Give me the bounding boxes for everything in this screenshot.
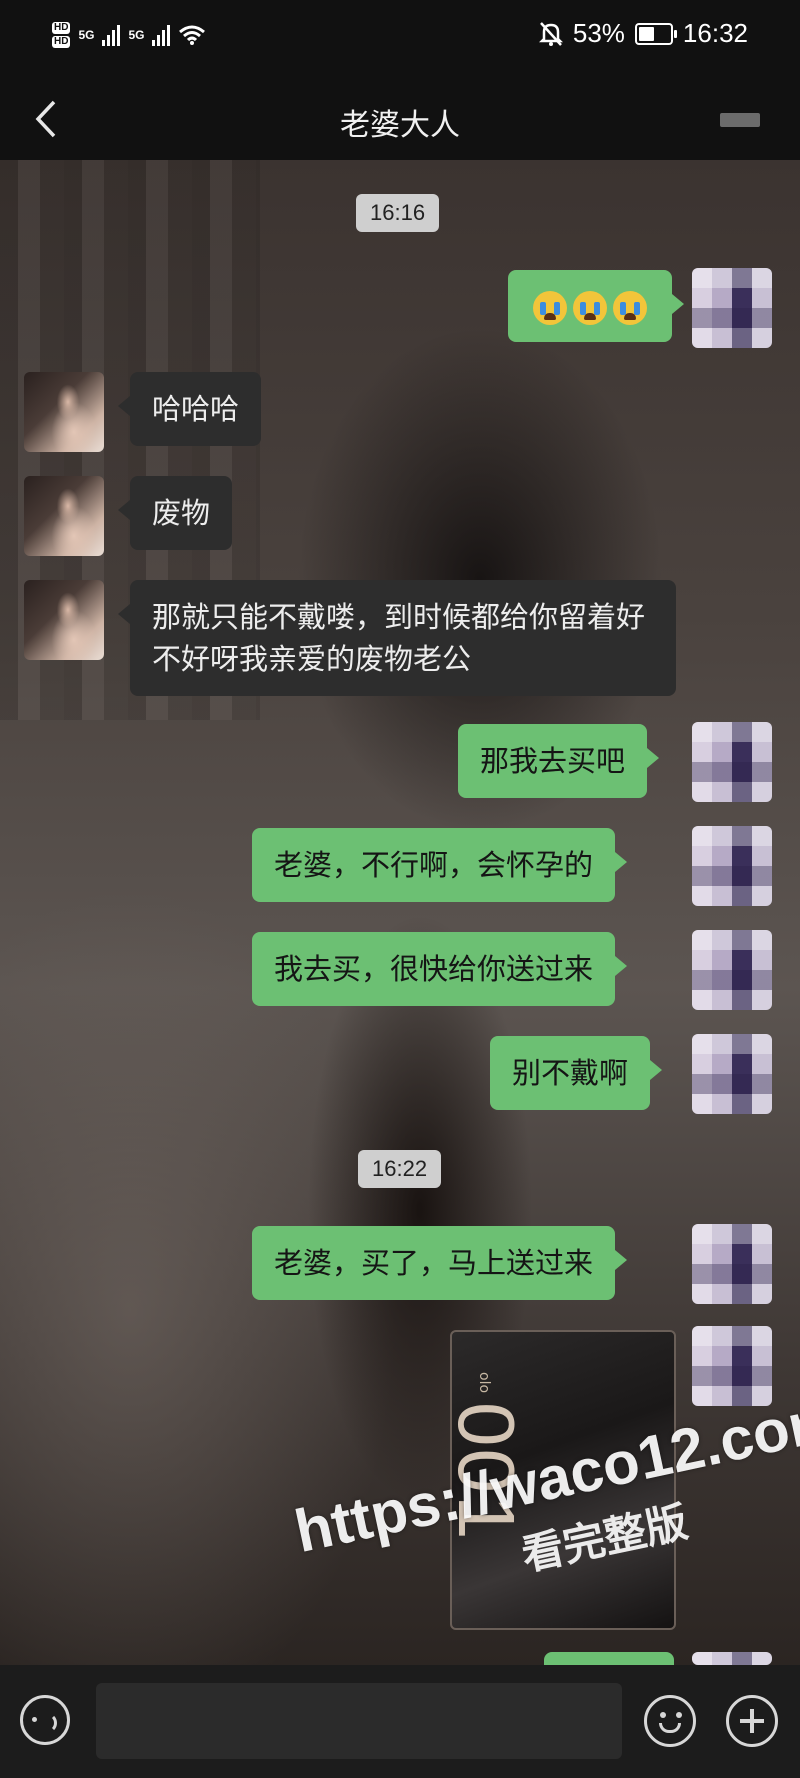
message-bubble-self[interactable]: 那我去买吧 xyxy=(458,724,660,798)
network-label-2: 5G xyxy=(128,28,145,42)
network-label-1: 5G xyxy=(78,28,95,42)
self-avatar[interactable] xyxy=(692,1652,772,1665)
crying-face-emoji-icon xyxy=(573,291,607,325)
self-avatar[interactable] xyxy=(692,268,772,348)
product-brand: olo xyxy=(476,1372,492,1394)
message-bubble-self[interactable]: 老婆，买了，马上送过来 xyxy=(252,1226,628,1300)
signal-icon-2 xyxy=(152,24,171,46)
status-bar: HD HD 5G 5G 53% 16:32 xyxy=(0,0,800,78)
input-bar xyxy=(0,1665,800,1778)
hd-label-2: HD xyxy=(52,36,71,48)
message-bubble-self[interactable]: 别不戴啊 xyxy=(490,1036,663,1110)
crying-face-emoji-icon xyxy=(613,291,647,325)
mute-bell-icon xyxy=(538,21,563,46)
signal-icon xyxy=(102,24,121,46)
crying-face-emoji-icon xyxy=(533,291,567,325)
message-input[interactable] xyxy=(96,1683,622,1759)
message-bubble-self[interactable] xyxy=(508,270,684,342)
friend-avatar[interactable] xyxy=(24,372,104,452)
more-icon[interactable] xyxy=(720,113,760,127)
self-avatar[interactable] xyxy=(692,1034,772,1114)
friend-avatar[interactable] xyxy=(24,476,104,556)
message-bubble-friend[interactable]: 废物 xyxy=(117,476,233,550)
emoji-icon[interactable] xyxy=(644,1695,696,1747)
hd-badges: HD HD xyxy=(52,22,71,48)
battery-percent: 53% xyxy=(572,18,625,48)
battery-icon xyxy=(634,22,677,45)
timestamp: 16:22 xyxy=(358,1150,442,1188)
clock: 16:32 xyxy=(682,18,748,48)
voice-icon[interactable] xyxy=(20,1695,70,1745)
self-avatar[interactable] xyxy=(692,1224,772,1304)
wifi-icon xyxy=(179,25,206,45)
hd-label: HD xyxy=(52,22,71,34)
message-bubble-self[interactable]: 老婆，不行啊，会怀孕的 xyxy=(252,828,628,902)
message-bubble-friend[interactable]: 哈哈哈 xyxy=(117,372,262,446)
status-left: HD HD 5G 5G xyxy=(52,22,206,48)
self-avatar[interactable] xyxy=(692,1326,772,1406)
chat-title: 老婆大人 xyxy=(340,108,460,143)
plus-icon[interactable] xyxy=(726,1695,778,1747)
chat-header: 老婆大人 xyxy=(0,78,800,160)
message-bubble-friend[interactable]: 那就只能不戴喽，到时候都给你留着好不好呀我亲爱的废物老公 xyxy=(118,580,676,696)
self-avatar[interactable] xyxy=(692,826,772,906)
self-avatar[interactable] xyxy=(692,930,772,1010)
message-bubble-self[interactable]: 我去买，很快给你送过来 xyxy=(252,932,628,1006)
status-right: 53% 16:32 xyxy=(538,18,748,49)
friend-avatar[interactable] xyxy=(24,580,104,660)
timestamp: 16:16 xyxy=(356,194,440,232)
self-avatar[interactable] xyxy=(692,722,772,802)
